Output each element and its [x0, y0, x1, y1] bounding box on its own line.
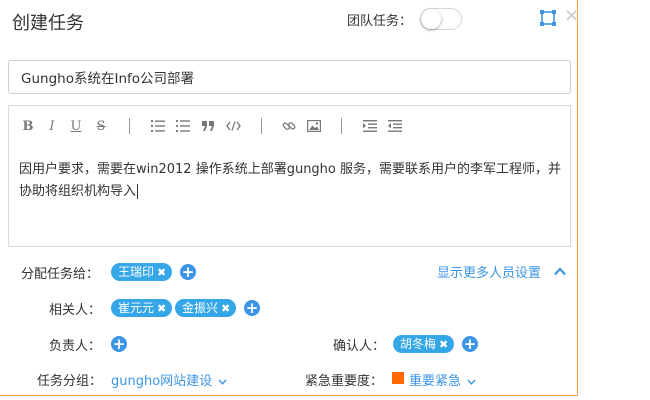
underline-button[interactable]: U [70, 118, 82, 134]
chevron-down-icon [218, 379, 227, 385]
dialog-title: 创建任务 [12, 13, 84, 34]
editor-content[interactable]: 因用户要求，需要在win2012 操作系统上部署gungho 服务，需要联系用户… [19, 159, 564, 203]
description-editor[interactable]: B I U S 因用户要求，需要在win2012 操作系统上部署gungho 服… [8, 105, 571, 247]
quote-icon[interactable] [201, 118, 215, 134]
show-more-settings-link[interactable]: 显示更多人员设置 [437, 262, 541, 281]
add-owner-button[interactable]: + [111, 336, 127, 352]
close-icon[interactable]: × [564, 6, 579, 26]
image-icon[interactable] [306, 118, 321, 134]
remove-tag-icon[interactable]: ✖ [221, 302, 230, 315]
ordered-list-icon[interactable] [151, 118, 165, 134]
group-select[interactable]: gungho网站建设 [111, 370, 227, 389]
text-cursor [137, 184, 139, 199]
editor-toolbar: B I U S [9, 106, 570, 146]
add-assignee-button[interactable]: + [180, 264, 196, 280]
add-confirmer-button[interactable]: + [462, 336, 478, 352]
toolbar-divider [129, 118, 130, 134]
bullet-list-icon[interactable] [176, 118, 190, 134]
related-name: 金振兴 [182, 301, 219, 315]
group-label: 任务分组： [37, 374, 103, 389]
indent-icon[interactable] [362, 118, 377, 134]
confirmer-tag: 胡冬梅 ✖ [393, 335, 455, 353]
toolbar-divider [341, 118, 342, 134]
bold-button[interactable]: B [22, 118, 34, 134]
toolbar-divider [261, 118, 262, 134]
outdent-icon[interactable] [387, 118, 402, 134]
urgency-label: 紧急重要度： [305, 374, 384, 389]
related-tag: 崔元元 ✖ [111, 299, 173, 317]
related-label: 相关人： [49, 303, 102, 318]
strikethrough-button[interactable]: S [95, 118, 107, 134]
assignee-name: 王瑞印 [118, 265, 155, 279]
create-task-dialog: 创建任务 团队任务： × B I U S [0, 0, 579, 396]
remove-tag-icon[interactable]: ✖ [157, 266, 166, 279]
related-name: 崔元元 [118, 301, 155, 315]
owner-label: 负责人： [49, 339, 102, 354]
chevron-up-icon[interactable] [554, 265, 566, 280]
toggle-knob [421, 9, 441, 29]
urgency-color-swatch [392, 372, 404, 384]
urgency-value: 重要紧急 [409, 374, 462, 389]
group-value: gungho网站建设 [111, 374, 213, 389]
link-icon[interactable] [282, 118, 296, 134]
related-tag: 金振兴 ✖ [175, 299, 237, 317]
remove-tag-icon[interactable]: ✖ [157, 302, 166, 315]
confirmer-name: 胡冬梅 [400, 337, 437, 351]
assign-label: 分配任务给： [21, 267, 100, 282]
task-title-input[interactable] [8, 60, 571, 94]
add-related-button[interactable]: + [244, 300, 260, 316]
team-task-toggle[interactable] [420, 8, 462, 30]
italic-button[interactable]: I [46, 118, 58, 134]
confirmer-label: 确认人： [333, 339, 386, 354]
assignee-tag: 王瑞印 ✖ [111, 263, 173, 281]
code-icon[interactable] [225, 118, 241, 134]
maximize-icon[interactable] [539, 9, 557, 27]
urgency-select[interactable]: 重要紧急 [409, 370, 476, 389]
remove-tag-icon[interactable]: ✖ [439, 338, 448, 351]
chevron-down-icon [467, 379, 476, 385]
team-task-label: 团队任务： [347, 14, 413, 29]
description-text: 因用户要求，需要在win2012 操作系统上部署gungho 服务，需要联系用户… [19, 162, 562, 199]
